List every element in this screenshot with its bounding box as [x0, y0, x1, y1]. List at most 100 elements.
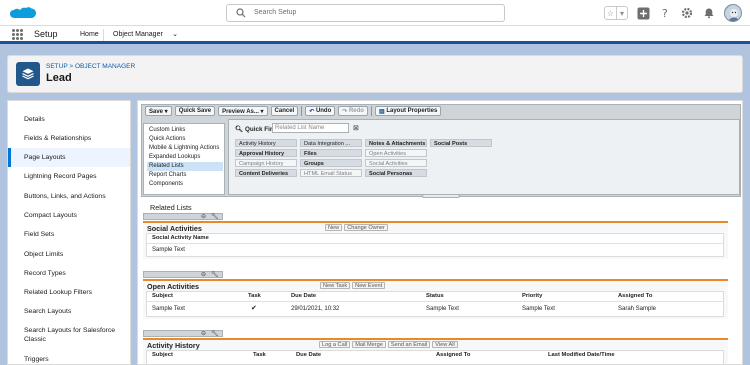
palette-item-social-posts[interactable]: Social Posts: [430, 139, 492, 147]
palette-item-approval-history[interactable]: Approval History: [235, 149, 297, 157]
palette-item-content-deliveries[interactable]: Content Deliveries: [235, 169, 297, 177]
column-header: Priority: [522, 293, 543, 299]
table-cell: Sample Text: [152, 306, 185, 312]
toolbar-divider: [301, 106, 303, 116]
column-header: Subject: [152, 352, 173, 358]
search-input[interactable]: Search Setup: [226, 4, 505, 22]
mail-merge-button[interactable]: Mail Merge: [352, 341, 386, 348]
sidebar-item-record-types[interactable]: Record Types: [8, 264, 130, 283]
page-title: Lead: [46, 72, 72, 84]
remove-icon[interactable]: ⊖: [201, 213, 206, 220]
column-header: Assigned To: [436, 352, 471, 358]
view-all-button[interactable]: View All: [432, 341, 458, 348]
wrench-icon[interactable]: 🔧︎: [211, 213, 219, 220]
table-cell: Sample Text: [522, 306, 555, 312]
palette-category-custom-links[interactable]: Custom Links: [147, 126, 223, 135]
palette-item-open-activities[interactable]: Open Activities: [365, 149, 427, 157]
palette-category-related-lists[interactable]: Related Lists: [147, 162, 223, 171]
undo-label: Undo: [315, 108, 332, 114]
remove-icon[interactable]: ⊖: [201, 330, 206, 337]
palette-item-groups[interactable]: Groups: [300, 159, 362, 167]
palette-item-html-email-status[interactable]: HTML Email Status: [300, 169, 362, 177]
table-cell: Sarah Sample: [618, 306, 657, 312]
star-icon[interactable]: ☆: [605, 7, 616, 19]
sidebar-item-search-layouts[interactable]: Search Layouts: [8, 302, 130, 321]
quick-save-button[interactable]: Quick Save: [174, 106, 216, 116]
palette-item-notes-attachments[interactable]: Notes & Attachments: [365, 139, 427, 147]
favorites-group: ☆ ▾: [604, 6, 628, 20]
search-icon: [236, 8, 246, 18]
palette-category-report-charts[interactable]: Report Charts: [147, 171, 223, 180]
palette-category-mobile-lightning-actions[interactable]: Mobile & Lightning Actions: [147, 144, 223, 153]
palette-item-data-integration[interactable]: Data Integration ...: [300, 139, 362, 147]
cancel-button[interactable]: Cancel: [270, 106, 299, 116]
table-cell: Sample Text: [152, 247, 185, 253]
table-row: Sample Text ✔ 29/01/2021, 10:32 Sample T…: [147, 301, 723, 316]
nav-divider: [103, 29, 104, 41]
sidebar-item-search-layouts-classic[interactable]: Search Layouts for Salesforce Classic: [8, 324, 130, 346]
sidebar-item-field-sets[interactable]: Field Sets: [8, 225, 130, 244]
remove-icon[interactable]: ⊖: [201, 271, 206, 278]
layout-properties-button[interactable]: ▤ Layout Properties: [374, 106, 442, 116]
sidebar-item-triggers[interactable]: Triggers: [8, 350, 130, 364]
related-list-drag-handle[interactable]: ⊖ 🔧︎: [143, 330, 223, 337]
related-list-table: Subject Task Due Date Status Priority As…: [146, 291, 724, 317]
app-launcher-icon[interactable]: [12, 29, 23, 40]
log-a-call-button[interactable]: Log a Call: [319, 341, 351, 348]
related-list-drag-handle[interactable]: ⊖ 🔧︎: [143, 271, 223, 278]
save-button[interactable]: Save ▾: [145, 106, 172, 116]
sidebar-item-object-limits[interactable]: Object Limits: [8, 245, 130, 264]
help-icon[interactable]: ?: [658, 6, 672, 20]
palette-item-files[interactable]: Files: [300, 149, 362, 157]
palette-item-social-activities[interactable]: Social Activities: [365, 159, 427, 167]
sidebar-item-compact-layouts[interactable]: Compact Layouts: [8, 206, 130, 225]
new-button[interactable]: New: [325, 224, 343, 231]
sidebar-item-buttons-links-actions[interactable]: Buttons, Links, and Actions: [8, 187, 130, 206]
related-list-body: Social Activities New Change Owner Socia…: [143, 221, 728, 259]
related-list-title: Activity History: [147, 341, 200, 350]
new-event-button[interactable]: New Event: [352, 282, 386, 289]
layout-toolbar: Save ▾ Quick Save Preview As... ▾ Cancel…: [142, 105, 740, 117]
new-task-button[interactable]: New Task: [320, 282, 351, 289]
undo-button[interactable]: ↶ Undo: [305, 106, 336, 116]
bell-icon[interactable]: [702, 6, 716, 20]
redo-button[interactable]: ↷ Redo: [338, 106, 368, 116]
tab-object-manager[interactable]: Object Manager ⌄: [105, 26, 185, 44]
wrench-icon[interactable]: 🔧︎: [211, 330, 219, 337]
wrench-icon[interactable]: 🔧︎: [211, 271, 219, 278]
sidebar-item-page-layouts[interactable]: Page Layouts: [8, 148, 130, 167]
change-owner-button[interactable]: Change Owner: [344, 224, 388, 231]
related-list-table: Social Activity Name Sample Text: [146, 233, 724, 257]
palette-resize-handle[interactable]: [422, 194, 460, 198]
chevron-down-icon[interactable]: ⌄: [172, 26, 178, 44]
header-utility-icons: ☆ ▾ ?: [604, 4, 742, 22]
plus-icon[interactable]: [636, 6, 650, 20]
palette-category-expanded-lookups[interactable]: Expanded Lookups: [147, 153, 223, 162]
avatar-icon[interactable]: [724, 4, 742, 22]
preview-as-button[interactable]: Preview As... ▾: [218, 106, 268, 116]
palette-category-components[interactable]: Components: [147, 180, 223, 189]
related-list-drag-handle[interactable]: ⊖ 🔧︎: [143, 213, 223, 220]
sidebar-item-fields-relationships[interactable]: Fields & Relationships: [8, 129, 130, 148]
tab-home[interactable]: Home: [80, 26, 99, 44]
layout-palette: Save ▾ Quick Save Preview As... ▾ Cancel…: [141, 104, 741, 198]
page-layout-editor: Save ▾ Quick Save Preview As... ▾ Cancel…: [137, 100, 743, 365]
salesforce-cloud-logo[interactable]: [8, 3, 38, 23]
clear-icon[interactable]: ⊠: [353, 124, 359, 132]
sidebar-item-related-lookup-filters[interactable]: Related Lookup Filters: [8, 283, 130, 302]
quick-find-input[interactable]: Related List Name: [272, 123, 349, 133]
palette-category-quick-actions[interactable]: Quick Actions: [147, 135, 223, 144]
gear-icon[interactable]: [680, 6, 694, 20]
palette-item-campaign-history[interactable]: Campaign History: [235, 159, 297, 167]
palette-item-activity-history[interactable]: Activity History: [235, 139, 297, 147]
breadcrumb[interactable]: SETUP > OBJECT MANAGER: [46, 63, 135, 70]
chevron-down-icon[interactable]: ▾: [616, 7, 627, 19]
palette-item-social-personas[interactable]: Social Personas: [365, 169, 427, 177]
send-an-email-button[interactable]: Send an Email: [387, 341, 431, 348]
search-placeholder: Search Setup: [254, 9, 297, 16]
sidebar-item-details[interactable]: Details: [8, 110, 130, 129]
object-header: SETUP > OBJECT MANAGER Lead: [7, 55, 743, 93]
redo-icon: ↷: [342, 108, 348, 115]
sidebar-item-lightning-record-pages[interactable]: Lightning Record Pages: [8, 167, 130, 186]
column-header: Social Activity Name: [152, 235, 209, 241]
